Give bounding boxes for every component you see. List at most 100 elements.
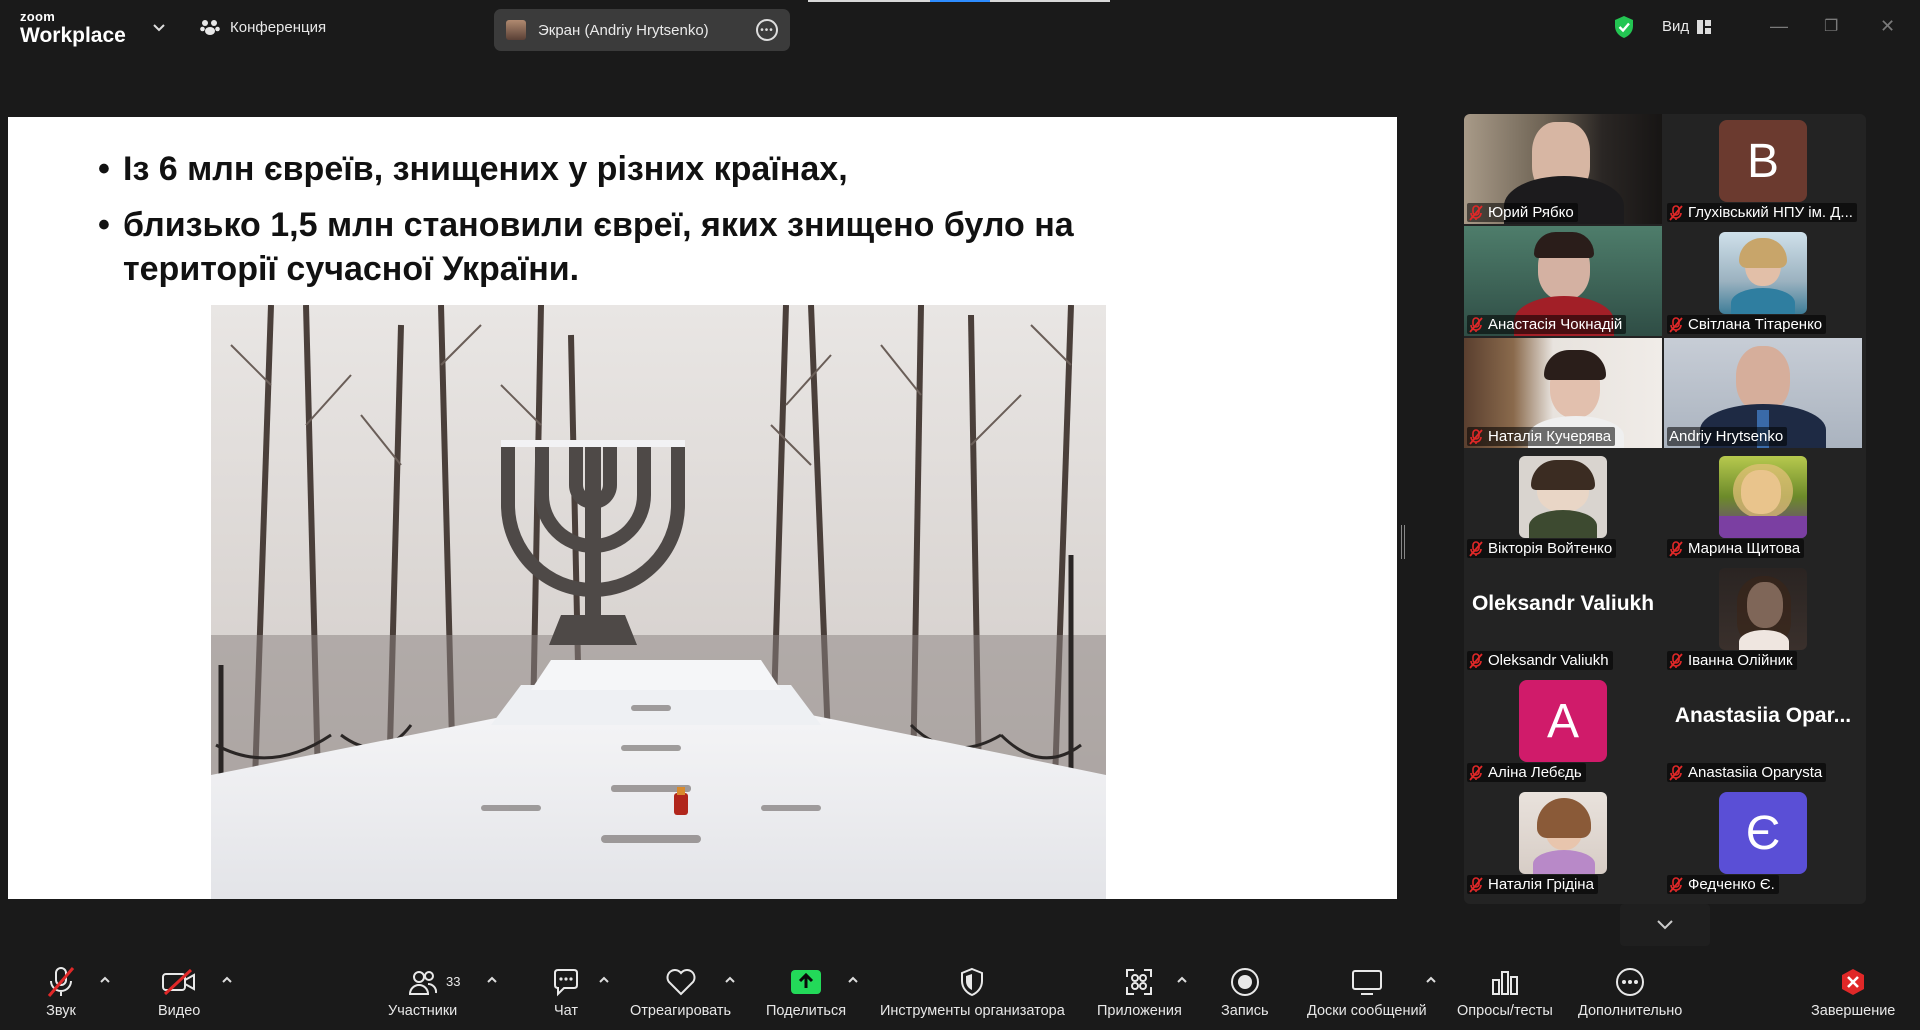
participant-tile[interactable]: Вікторія Войтенко bbox=[1464, 450, 1662, 560]
participants-count: 33 bbox=[446, 974, 461, 989]
participant-tile-active-speaker[interactable]: Andriy Hrytsenko bbox=[1664, 338, 1862, 448]
participant-gallery: Юрий Рябко В Глухівський НПУ ім. Д... Ан… bbox=[1464, 114, 1866, 904]
polls-label: Опросы/тесты bbox=[1457, 1003, 1553, 1019]
participant-avatar-letter: В bbox=[1719, 120, 1807, 202]
slide-bullet-list: Із 6 млн євреїв, знищених у різних країн… bbox=[98, 147, 1198, 303]
share-screen-button[interactable]: Поделиться bbox=[766, 965, 846, 1019]
participant-name-label: Наталія Грідіна bbox=[1467, 875, 1598, 894]
zoom-meeting-window: zoom Workplace Конференция Экран (Andriy… bbox=[0, 0, 1920, 1030]
participant-name: Вікторія Войтенко bbox=[1488, 540, 1613, 557]
muted-mic-icon bbox=[1469, 876, 1483, 893]
participant-tile[interactable]: Марина Щитова bbox=[1664, 450, 1862, 560]
whiteboards-options-caret-icon[interactable] bbox=[1425, 975, 1437, 985]
participant-name: Іванна Олійник bbox=[1688, 652, 1793, 669]
chat-options-caret-icon[interactable] bbox=[598, 975, 610, 985]
apps-options-caret-icon[interactable] bbox=[1176, 975, 1188, 985]
participants-label: Участники bbox=[388, 1003, 458, 1019]
participant-tile[interactable]: Наталія Кучерява bbox=[1464, 338, 1662, 448]
apps-button[interactable]: Приложения bbox=[1097, 965, 1182, 1019]
participant-name: Anastasiia Oparysta bbox=[1688, 764, 1823, 781]
participant-tile[interactable]: Anastasiia Opar... Anastasiia Oparysta bbox=[1664, 674, 1862, 784]
participant-name: Глухівський НПУ ім. Д... bbox=[1688, 204, 1853, 221]
muted-mic-icon bbox=[1669, 316, 1683, 333]
view-button[interactable]: Вид bbox=[1662, 18, 1712, 35]
chat-bubble-icon bbox=[554, 969, 578, 997]
participant-tile[interactable]: Є Федченко Є. bbox=[1664, 786, 1862, 896]
participant-name: Юрий Рябко bbox=[1488, 204, 1574, 221]
video-button[interactable]: Видео bbox=[158, 965, 200, 1019]
muted-mic-icon bbox=[1669, 764, 1683, 781]
grid-view-icon bbox=[1697, 19, 1712, 34]
close-icon[interactable]: ✕ bbox=[1880, 16, 1895, 37]
participant-tile[interactable]: Анастасія Чокнадій bbox=[1464, 226, 1662, 336]
shared-screen-slide: Із 6 млн євреїв, знищених у різних країн… bbox=[8, 117, 1397, 899]
react-options-caret-icon[interactable] bbox=[724, 975, 736, 985]
participant-tile[interactable]: Юрий Рябко bbox=[1464, 114, 1662, 224]
muted-mic-icon bbox=[1469, 540, 1483, 557]
participant-tile[interactable]: Наталія Грідіна bbox=[1464, 786, 1662, 896]
participant-name: Наталія Грідіна bbox=[1488, 876, 1594, 893]
participant-avatar-photo bbox=[1719, 456, 1807, 538]
participant-name-label: Глухівський НПУ ім. Д... bbox=[1667, 203, 1857, 222]
more-options-icon[interactable]: ••• bbox=[756, 19, 778, 41]
screen-share-indicator[interactable]: Экран (Andriy Hrytsenko) ••• bbox=[494, 9, 790, 51]
zoom-workplace-logo[interactable]: zoom Workplace bbox=[20, 10, 126, 46]
participant-name-label: Анастасія Чокнадій bbox=[1467, 315, 1627, 334]
host-tools-shield-icon bbox=[961, 967, 984, 997]
chevron-down-icon[interactable] bbox=[152, 20, 166, 34]
security-shield-icon[interactable] bbox=[1613, 15, 1635, 39]
participant-name-label: Юрий Рябко bbox=[1467, 203, 1578, 222]
conference-info-button[interactable]: Конференция bbox=[200, 18, 326, 36]
react-label: Отреагировать bbox=[630, 1003, 732, 1019]
participant-tile[interactable]: Іванна Олійник bbox=[1664, 562, 1862, 672]
more-ellipsis-icon bbox=[1616, 968, 1645, 996]
logo-big-text: Workplace bbox=[20, 24, 126, 47]
participant-avatar-letter: Є bbox=[1719, 792, 1807, 874]
more-button[interactable]: Дополнительно bbox=[1578, 965, 1682, 1019]
record-button[interactable]: Запись bbox=[1221, 965, 1269, 1019]
audio-options-caret-icon[interactable] bbox=[99, 975, 111, 985]
participant-name: Andriy Hrytsenko bbox=[1669, 428, 1784, 445]
chat-button[interactable]: Чат bbox=[551, 965, 581, 1019]
audio-button[interactable]: Звук bbox=[46, 965, 76, 1019]
whiteboards-label: Доски сообщений bbox=[1307, 1003, 1427, 1019]
participant-name: Світлана Тітаренко bbox=[1688, 316, 1823, 333]
maximize-icon[interactable]: ❐ bbox=[1824, 16, 1838, 36]
whiteboards-button[interactable]: Доски сообщений bbox=[1307, 965, 1427, 1019]
participant-tile[interactable]: В Глухівський НПУ ім. Д... bbox=[1664, 114, 1862, 224]
participant-avatar-photo bbox=[1519, 456, 1607, 538]
participant-name: Аліна Лебєдь bbox=[1488, 764, 1582, 781]
participants-options-caret-icon[interactable] bbox=[486, 975, 498, 985]
end-label: Завершение bbox=[1811, 1003, 1896, 1019]
participant-tile[interactable]: A Аліна Лебєдь bbox=[1464, 674, 1662, 784]
react-button[interactable]: Отреагировать bbox=[630, 965, 731, 1019]
slide-bullet: Із 6 млн євреїв, знищених у різних країн… bbox=[98, 147, 1198, 191]
participant-tile[interactable]: Oleksandr Valiukh Oleksandr Valiukh bbox=[1464, 562, 1662, 672]
conference-label: Конференция bbox=[230, 18, 327, 36]
participant-name-label: Вікторія Войтенко bbox=[1467, 539, 1617, 558]
video-options-caret-icon[interactable] bbox=[221, 975, 233, 985]
panel-resize-handle[interactable] bbox=[1401, 525, 1405, 559]
participants-paw-icon bbox=[200, 20, 220, 35]
muted-mic-icon bbox=[1469, 652, 1483, 669]
muted-mic-icon bbox=[1669, 876, 1683, 893]
participant-name-label: Anastasiia Oparysta bbox=[1667, 763, 1827, 782]
video-label: Видео bbox=[158, 1003, 201, 1019]
host-tools-button[interactable]: Инструменты организатора bbox=[880, 965, 1065, 1019]
participant-name: Марина Щитова bbox=[1688, 540, 1801, 557]
host-tools-label: Инструменты организатора bbox=[880, 1003, 1065, 1019]
share-toolbar-strip[interactable] bbox=[808, 0, 1110, 2]
video-off-icon bbox=[162, 968, 196, 996]
polls-bar-chart-icon bbox=[1491, 971, 1518, 995]
end-meeting-button[interactable]: Завершение bbox=[1811, 965, 1895, 1019]
participant-tile[interactable]: Світлана Тітаренко bbox=[1664, 226, 1862, 336]
slide-bullet: близько 1,5 млн становили євреї, яких зн… bbox=[98, 203, 1098, 291]
polls-button[interactable]: Опросы/тесты bbox=[1457, 965, 1553, 1019]
gallery-scroll-down-button[interactable] bbox=[1620, 904, 1710, 946]
title-bar: zoom Workplace Конференция Экран (Andriy… bbox=[0, 0, 1920, 56]
minimize-icon[interactable]: — bbox=[1770, 16, 1788, 37]
muted-mic-icon bbox=[1469, 204, 1483, 221]
participants-icon bbox=[408, 971, 437, 995]
share-options-caret-icon[interactable] bbox=[847, 975, 859, 985]
participant-name: Oleksandr Valiukh bbox=[1488, 652, 1609, 669]
